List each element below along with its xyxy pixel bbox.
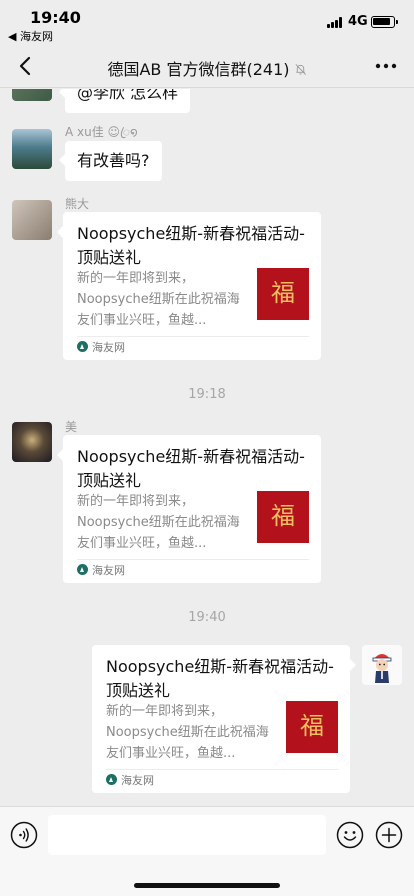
avatar[interactable]	[12, 89, 52, 101]
voice-icon	[10, 821, 38, 849]
card-description: 新的一年即将到来，Noopsyche纽斯在此祝福海友们事业兴旺，鱼越...	[77, 271, 240, 328]
card-source: 海友网	[77, 340, 125, 356]
input-bar	[0, 806, 414, 896]
my-avatar[interactable]	[362, 645, 402, 685]
card-source: 海友网	[106, 773, 154, 789]
text-message-bubble[interactable]: @李欣 怎么样	[58, 89, 191, 113]
card-description: 新的一年即将到来，Noopsyche纽斯在此祝福海友们事业兴旺，鱼越...	[77, 494, 240, 551]
voice-button[interactable]	[10, 821, 38, 849]
card-source-label: 海友网	[121, 774, 154, 787]
card-divider	[77, 336, 309, 337]
thumb-fu-text: 福	[271, 502, 295, 530]
card-divider	[106, 769, 338, 770]
signal-bars-icon	[327, 17, 344, 28]
card-thumbnail: 福	[286, 701, 338, 753]
link-card[interactable]: Noopsyche纽斯-新春祝福活动-顶贴送礼 新的一年即将到来，Noopsyc…	[57, 435, 321, 583]
status-bar: 19:40 ◀ 海友网 4G	[0, 0, 414, 44]
avatar[interactable]	[12, 200, 52, 240]
card-title: Noopsyche纽斯-新春祝福活动-顶贴送礼	[77, 224, 305, 267]
link-card[interactable]: Noopsyche纽斯-新春祝福活动-顶贴送礼 新的一年即将到来，Noopsyc…	[92, 645, 356, 793]
card-thumbnail: 福	[257, 491, 309, 543]
mute-bell-icon	[295, 64, 306, 75]
text-message-bubble[interactable]: 有改善吗?	[59, 141, 162, 181]
sender-name: 美	[65, 420, 78, 434]
avatar[interactable]	[12, 422, 52, 462]
card-thumbnail: 福	[257, 268, 309, 320]
thumb-fu-text: 福	[300, 712, 324, 740]
card-source: 海友网	[77, 563, 125, 579]
plus-icon	[375, 821, 403, 849]
network-label: 4G	[348, 14, 368, 29]
cartoon-avatar-icon	[362, 645, 402, 685]
chat-title-text: 德国AB 官方微信群(241)	[107, 60, 290, 79]
thumb-fu-text: 福	[271, 279, 295, 307]
timestamp: 19:18	[188, 387, 226, 402]
card-description: 新的一年即将到来，Noopsyche纽斯在此祝福海友们事业兴旺，鱼越...	[106, 704, 269, 761]
status-time: 19:40	[30, 8, 81, 27]
more-dots-icon	[375, 63, 397, 69]
source-logo-icon	[77, 564, 88, 575]
chat-area[interactable]: @李欣 怎么样 A xu佳 ☺ꦿ໑ 有改善吗? 熊大 Noopsyche纽斯-新…	[0, 89, 414, 806]
card-title: Noopsyche纽斯-新春祝福活动-顶贴送礼	[106, 657, 334, 700]
card-title: Noopsyche纽斯-新春祝福活动-顶贴送礼	[77, 447, 305, 490]
back-to-app-link[interactable]: ◀ 海友网	[8, 28, 53, 44]
chat-title: 德国AB 官方微信群(241)	[0, 56, 414, 80]
home-indicator[interactable]	[134, 883, 280, 888]
card-source-label: 海友网	[92, 341, 125, 354]
card-source-label: 海友网	[92, 564, 125, 577]
sender-name: 熊大	[65, 197, 90, 211]
avatar[interactable]	[12, 129, 52, 169]
card-divider	[77, 559, 309, 560]
more-button[interactable]	[374, 56, 398, 76]
battery-icon	[371, 16, 398, 28]
message-input[interactable]	[48, 815, 326, 855]
emoji-icon	[336, 821, 364, 849]
plus-button[interactable]	[375, 821, 403, 849]
source-logo-icon	[106, 774, 117, 785]
source-logo-icon	[77, 341, 88, 352]
emoji-button[interactable]	[336, 821, 364, 849]
timestamp: 19:40	[188, 610, 226, 625]
nav-bar: 德国AB 官方微信群(241)	[0, 44, 414, 88]
link-card[interactable]: Noopsyche纽斯-新春祝福活动-顶贴送礼 新的一年即将到来，Noopsyc…	[57, 212, 321, 360]
